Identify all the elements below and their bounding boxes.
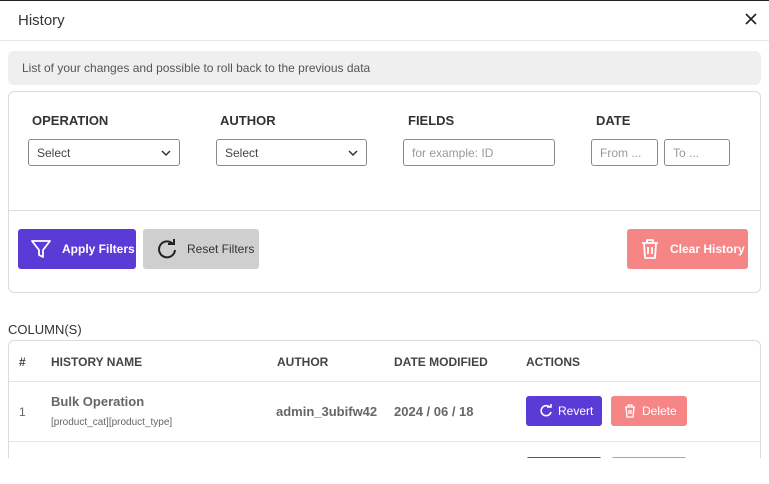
row-history-name: Bulk Operation	[51, 394, 145, 409]
date-label: DATE	[596, 113, 631, 128]
info-banner: List of your changes and possible to rol…	[8, 51, 761, 85]
refresh-icon	[540, 404, 552, 417]
operation-select[interactable]: Select	[28, 139, 180, 166]
column-header-author: AUTHOR	[277, 355, 329, 369]
delete-button[interactable]: Delete	[611, 396, 687, 426]
filters-divider	[9, 210, 760, 211]
table-row-divider	[9, 441, 760, 442]
column-header-actions: ACTIONS	[526, 355, 580, 369]
column-header-index: #	[19, 355, 26, 369]
author-select-value: Select	[225, 146, 259, 160]
row-date-modified: 2024 / 06 / 18	[394, 404, 474, 419]
apply-filters-label: Apply Filters	[62, 242, 135, 256]
operation-label: OPERATION	[32, 113, 109, 128]
fields-label: FIELDS	[408, 113, 455, 128]
clear-history-label: Clear History	[670, 242, 745, 256]
dialog-header: History	[0, 0, 769, 41]
dialog-title: History	[18, 12, 65, 29]
author-label: AUTHOR	[220, 113, 276, 128]
fields-input[interactable]: for example: ID	[403, 139, 555, 166]
column-header-date-modified: DATE MODIFIED	[394, 355, 488, 369]
delete-label: Delete	[642, 404, 677, 418]
trash-icon	[625, 404, 635, 418]
chevron-down-icon	[348, 150, 358, 157]
date-to-input[interactable]: To ...	[664, 139, 730, 166]
operation-select-value: Select	[37, 146, 71, 160]
viewport-edge	[0, 458, 769, 484]
revert-label: Revert	[558, 404, 594, 418]
apply-filters-button[interactable]: Apply Filters	[18, 229, 136, 269]
refresh-icon	[158, 239, 176, 259]
filter-icon	[31, 240, 51, 258]
trash-icon	[642, 239, 658, 259]
column-header-history-name: HISTORY NAME	[51, 355, 143, 369]
close-icon[interactable]	[743, 11, 759, 27]
chevron-down-icon	[161, 150, 171, 157]
reset-filters-button[interactable]: Reset Filters	[143, 229, 259, 269]
table-header-divider	[9, 381, 760, 382]
author-select[interactable]: Select	[216, 139, 367, 166]
row-author: admin_3ubifw42	[276, 404, 378, 419]
reset-filters-label: Reset Filters	[187, 242, 255, 256]
clear-history-button[interactable]: Clear History	[627, 229, 748, 269]
row-index: 1	[19, 405, 26, 419]
columns-section-title: COLUMN(S)	[8, 322, 82, 337]
revert-button[interactable]: Revert	[526, 396, 602, 426]
filters-panel: OPERATION Select AUTHOR Select FIELDS fo…	[8, 91, 761, 293]
row-history-fields: [product_cat][product_type]	[51, 417, 173, 428]
date-from-input[interactable]: From ...	[591, 139, 658, 166]
